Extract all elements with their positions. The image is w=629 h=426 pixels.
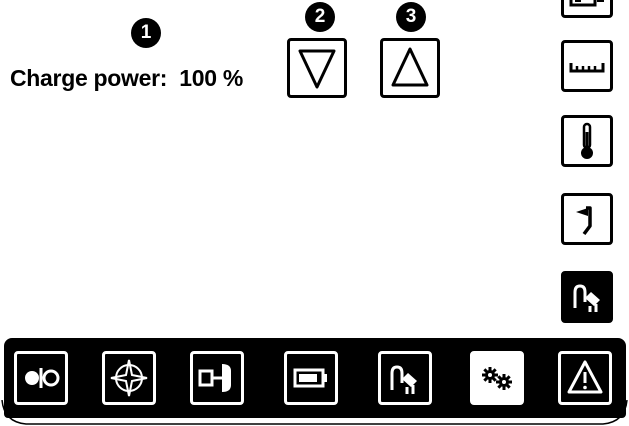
tab-battery[interactable] xyxy=(284,351,338,405)
flag-icon xyxy=(576,206,592,236)
tab-drive-mode[interactable] xyxy=(14,351,68,405)
tab-charging[interactable] xyxy=(378,351,432,405)
triangle-up-icon xyxy=(391,47,429,87)
charge-power-label: Charge power: 100 % xyxy=(10,65,244,91)
battery-icon xyxy=(293,368,327,388)
decrease-button[interactable] xyxy=(287,38,347,98)
tab-settings[interactable] xyxy=(470,351,524,405)
callout-2: 2 xyxy=(305,2,335,32)
tab-key[interactable] xyxy=(190,351,244,405)
side-temperature-button[interactable] xyxy=(561,115,613,167)
display-icon xyxy=(569,0,604,7)
compass-icon xyxy=(110,359,148,397)
side-ruler-button[interactable] xyxy=(561,40,613,92)
charge-plug-icon xyxy=(573,284,600,312)
increase-button[interactable] xyxy=(380,38,440,98)
bezel-outline xyxy=(1,400,628,425)
settings-gears-icon xyxy=(482,367,512,390)
charge-plug-icon xyxy=(390,365,417,394)
drive-mode-icon xyxy=(25,368,60,388)
tab-compass[interactable] xyxy=(102,351,156,405)
side-flag-button[interactable] xyxy=(561,193,613,245)
callout-3: 3 xyxy=(396,2,426,32)
side-display-button[interactable] xyxy=(561,0,613,18)
ruler-icon xyxy=(569,63,605,73)
callout-1: 1 xyxy=(131,18,161,48)
triangle-down-icon xyxy=(298,49,336,89)
thermometer-icon xyxy=(581,122,593,159)
side-charge-button[interactable] xyxy=(561,271,613,323)
tab-warning[interactable] xyxy=(558,351,612,405)
warning-icon xyxy=(567,360,603,394)
key-icon xyxy=(198,364,231,392)
